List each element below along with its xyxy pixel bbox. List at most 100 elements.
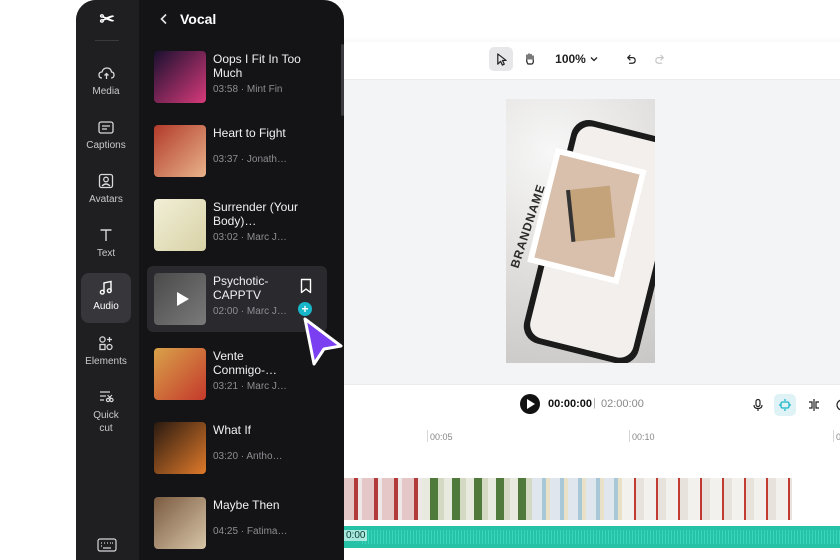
- track-title: What If: [213, 423, 252, 437]
- track-item[interactable]: Maybe Then 04:25 · Fatima…: [147, 490, 327, 556]
- track-item[interactable]: Surrender (Your Body)… 03:02 · Marc J…: [147, 192, 327, 258]
- track-artist: Marc J…: [246, 306, 287, 317]
- split-button[interactable]: [803, 394, 825, 416]
- sidebar-item-label: Elements: [85, 356, 127, 367]
- back-button[interactable]: [157, 12, 171, 26]
- zoom-dropdown[interactable]: 100%: [553, 47, 601, 71]
- circle-icon: [836, 399, 840, 411]
- ruler-tick: 0: [832, 430, 840, 442]
- track-title: Vente Conmigo-…: [213, 349, 278, 377]
- track-duration: 03:58: [213, 84, 239, 95]
- meta-separator: ·: [238, 154, 247, 165]
- track-thumbnail: [154, 348, 206, 400]
- track-duration: 02:00: [213, 306, 239, 317]
- meta-separator: ·: [238, 306, 247, 317]
- track-thumbnail: [154, 497, 206, 549]
- track-title: Surrender (Your Body)…: [213, 200, 298, 228]
- more-tool-button[interactable]: [830, 394, 840, 416]
- sidebar-item-quick-cut[interactable]: Quick cut: [81, 382, 131, 444]
- panel-title: Vocal: [180, 11, 217, 27]
- track-title: Maybe Then: [213, 498, 280, 512]
- track-thumbnail: [154, 273, 206, 325]
- track-meta: 03:02 · Marc J…: [213, 232, 287, 243]
- scrollbar-thumb[interactable]: [341, 44, 344, 116]
- track-item[interactable]: Heart to Fight 03:37 · Jonath…: [147, 118, 327, 184]
- sidebar-item-audio[interactable]: Audio: [81, 273, 131, 323]
- avatar-icon: [97, 172, 115, 190]
- sidebar-item-label: Captions: [86, 140, 126, 151]
- sidebar-item-avatars[interactable]: Avatars: [81, 166, 131, 216]
- sidebar-divider: [95, 40, 119, 41]
- cloud-upload-icon: [97, 64, 115, 82]
- track-title: Psychotic-CAPPTV: [213, 274, 269, 302]
- audio-clip[interactable]: 0:00: [342, 526, 840, 548]
- track-artist: Fatima…: [246, 526, 288, 537]
- video-clip[interactable]: [342, 478, 792, 520]
- sidebar-item-media[interactable]: Media: [81, 58, 131, 108]
- sidebar-item-text[interactable]: Text: [81, 220, 131, 270]
- hand-icon: [526, 53, 534, 65]
- sidebar-item-elements[interactable]: Elements: [81, 328, 131, 378]
- track-item[interactable]: What If 03:20 · Antho…: [147, 415, 327, 481]
- smart-tool-button[interactable]: [774, 394, 796, 416]
- video-preview[interactable]: BRANDNAME: [506, 99, 655, 363]
- ruler-tick: 00:10: [629, 430, 655, 442]
- audio-start-time: 0:00: [344, 530, 368, 541]
- meta-separator: ·: [238, 526, 247, 537]
- captions-icon: [97, 118, 115, 136]
- meta-separator: ·: [238, 381, 247, 392]
- redo-button[interactable]: [649, 47, 671, 71]
- zoom-value: 100%: [555, 52, 586, 66]
- split-icon: [809, 399, 819, 411]
- track-thumbnail: [154, 422, 206, 474]
- elements-icon: [97, 334, 115, 352]
- track-duration: 03:20: [213, 451, 239, 462]
- sidebar-item-label: Quick cut: [93, 410, 119, 434]
- track-artist: Marc J…: [246, 381, 287, 392]
- timeline-tracks: 0:00: [300, 448, 840, 560]
- track-artist: Mint Fin: [246, 84, 283, 95]
- track-item[interactable]: Oops I Fit In Too Much 03:58 · Mint Fin: [147, 44, 327, 110]
- keyboard-shortcuts-button[interactable]: [97, 538, 117, 552]
- track-thumbnail: [154, 51, 206, 103]
- select-tool-button[interactable]: [489, 47, 513, 71]
- redo-icon: [654, 54, 664, 64]
- meta-separator: ·: [238, 232, 247, 243]
- play-button[interactable]: [520, 394, 540, 414]
- text-icon: [97, 226, 115, 244]
- track-meta: 03:37 · Jonath…: [213, 154, 287, 165]
- current-time: 00:00:00: [548, 398, 593, 410]
- timeline-ruler[interactable]: 00:05 00:10 0: [300, 424, 840, 448]
- music-note-icon: [97, 279, 115, 297]
- ruler-tick: 00:05: [427, 430, 453, 442]
- hand-tool-button[interactable]: [518, 47, 542, 71]
- track-meta: 02:00 · Marc J…: [213, 306, 287, 317]
- track-duration: 03:02: [213, 232, 239, 243]
- sidebar-item-label: Text: [96, 248, 116, 259]
- sidebar-item-captions[interactable]: Captions: [81, 112, 131, 162]
- bookmark-icon[interactable]: [299, 278, 313, 294]
- undo-button[interactable]: [619, 47, 641, 71]
- track-artist: Marc J…: [246, 232, 287, 243]
- track-duration: 03:37: [213, 154, 239, 165]
- track-thumbnail: [154, 125, 206, 177]
- track-meta: 03:21 · Marc J…: [213, 381, 287, 392]
- play-icon[interactable]: [172, 289, 192, 309]
- track-artist: Jonath…: [246, 154, 287, 165]
- track-duration: 03:21: [213, 381, 239, 392]
- track-duration: 04:25: [213, 526, 239, 537]
- keyboard-icon: [97, 538, 117, 552]
- track-title: Heart to Fight: [213, 126, 286, 140]
- microphone-icon: [753, 398, 763, 411]
- audio-list-panel: Vocal Oops I Fit In Too Much 03:58 · Mint…: [139, 0, 344, 560]
- chevron-down-icon: [590, 57, 598, 62]
- time-separator: |: [593, 397, 596, 409]
- playback-bar: 00:00:00 | 02:00:00: [300, 384, 840, 424]
- track-meta: 03:58 · Mint Fin: [213, 84, 282, 95]
- track-meta: 03:20 · Antho…: [213, 451, 283, 462]
- sidebar-item-label: Avatars: [89, 194, 123, 205]
- audio-waveform: [362, 530, 840, 544]
- editor-workspace: 100% BRANDNAME 00:00:00 | 02:00:00 00:05…: [300, 42, 840, 560]
- editor-toolbar: 100%: [300, 42, 840, 80]
- microphone-button[interactable]: [747, 394, 769, 416]
